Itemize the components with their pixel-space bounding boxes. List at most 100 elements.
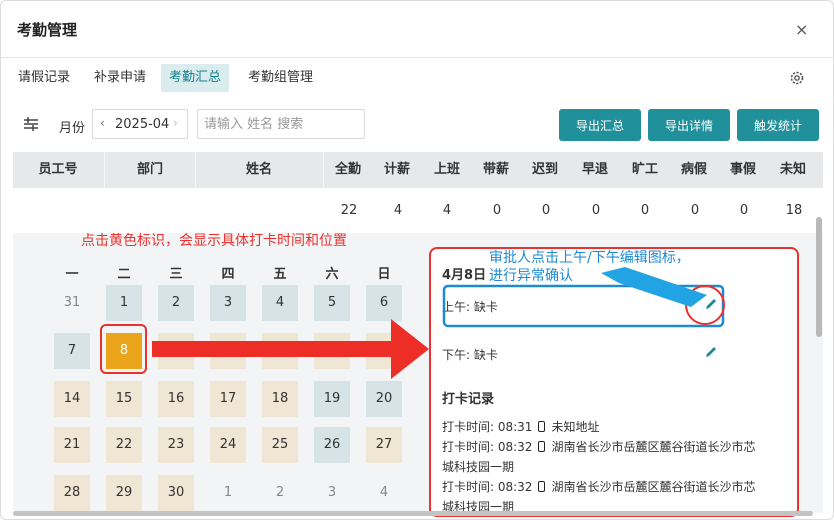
calendar-day[interactable]: 24 [210,427,246,463]
calendar-day[interactable]: 4 [366,475,402,511]
calendar-day[interactable]: 10 [210,333,246,369]
export-summary-button[interactable]: 导出汇总 [559,109,641,141]
col-early-leave[interactable]: 早退 [571,152,619,188]
calendar-day[interactable]: 16 [158,381,194,417]
tab-leave-records[interactable]: 请假记录 [10,64,78,92]
calendar-day[interactable]: 27 [366,427,402,463]
table-row[interactable]: 22 4 4 0 0 0 0 0 0 18 [13,189,823,233]
cell-unknown: 18 [785,203,803,218]
col-sick-leave[interactable]: 病假 [670,152,718,188]
col-paid-days[interactable]: 计薪 [373,152,421,188]
month-value[interactable]: 2025-04 [115,117,169,132]
calendar-day[interactable]: 1 [210,475,246,511]
calendar-day[interactable]: 30 [158,475,194,511]
blue-note-line: 审批人点击上午/下午编辑图标， [489,250,690,266]
dialog-header: 考勤管理 × [1,1,833,57]
toolbar: 月份 ‹ 2025-04 › 导出汇总 导出详情 触发统计 [1,107,833,143]
col-department[interactable]: 部门 [105,152,195,188]
calendar-day[interactable]: 21 [54,427,90,463]
tab-attendance-summary[interactable]: 考勤汇总 [161,64,230,92]
dialog-title: 考勤管理 [17,21,78,39]
calendar-day[interactable]: 18 [262,381,298,417]
calendar-day[interactable]: 3 [314,475,350,511]
calendar-day[interactable]: 19 [314,381,350,417]
phone-icon [538,421,546,432]
calendar-day[interactable]: 5 [314,285,350,321]
calendar-day[interactable]: 4 [262,285,298,321]
punch-record: 打卡时间: 08:32 湖南省长沙市岳麓区麓谷街道长沙市芯 [442,478,755,495]
tab-supplement-requests[interactable]: 补录申请 [86,64,154,92]
calendar-day[interactable]: 25 [262,427,298,463]
col-absent[interactable]: 旷工 [621,152,669,188]
cell-early-leave: 0 [591,203,601,218]
calendar-day[interactable]: 20 [366,381,402,417]
calendar-day[interactable]: 13 [366,333,402,369]
calendar-day[interactable]: 12 [314,333,350,369]
weekday-mon: 一 [65,267,79,282]
calendar-day[interactable]: 28 [54,475,90,511]
punch-place-cont: 城科技园一期 [442,460,515,474]
calendar-day-selected[interactable]: 8 [106,333,142,369]
horizontal-scrollbar[interactable] [13,511,813,516]
calendar-day[interactable]: 11 [262,333,298,369]
col-personal-leave[interactable]: 事假 [719,152,767,188]
calendar-day[interactable]: 14 [54,381,90,417]
afternoon-status: 下午: 缺卡 [442,348,498,362]
cell-full-attendance: 22 [340,203,358,218]
attendance-dialog: 考勤管理 × 请假记录 补录申请 考勤汇总 考勤组管理 月份 ‹ 2025-04… [0,0,834,520]
chevron-right-icon[interactable]: › [173,116,178,130]
settings-gear-icon[interactable] [788,69,806,87]
calendar-day[interactable]: 17 [210,381,246,417]
col-paid-leave[interactable]: 带薪 [472,152,520,188]
filter-sliders-icon[interactable] [23,117,39,131]
vertical-scrollbar[interactable] [816,217,822,337]
punch-place: 湖南省长沙市岳麓区麓谷街道长沙市芯 [551,440,756,454]
calendar-day[interactable]: 6 [366,285,402,321]
edit-morning-pencil-icon[interactable] [704,297,718,311]
tab-bar: 请假记录 补录申请 考勤汇总 考勤组管理 [1,64,833,92]
punch-time: 打卡时间: 08:31 [442,420,533,434]
calendar-day[interactable]: 7 [54,333,90,369]
col-full-attendance[interactable]: 全勤 [324,152,372,188]
calendar-day[interactable]: 22 [106,427,142,463]
weekday-fri: 五 [273,267,287,282]
day-detail-panel [429,247,799,517]
col-name[interactable]: 姓名 [196,152,322,188]
punch-record: 打卡时间: 08:32 湖南省长沙市岳麓区麓谷街道长沙市芯 [442,438,755,455]
weekday-tue: 二 [117,267,131,282]
col-unknown[interactable]: 未知 [769,152,817,188]
phone-icon [538,441,546,452]
blue-annotation-note: 审批人点击上午/下午编辑图标， 进行异常确认 [489,249,690,285]
calendar-day[interactable]: 29 [106,475,142,511]
punch-records-title: 打卡记录 [442,392,495,407]
punch-place: 未知地址 [551,420,600,434]
close-icon[interactable]: × [795,20,808,39]
export-details-button[interactable]: 导出详情 [648,109,730,141]
punch-time: 打卡时间: 08:32 [442,440,533,454]
tab-attendance-groups[interactable]: 考勤组管理 [240,64,321,92]
calendar-day[interactable]: 9 [158,333,194,369]
col-employee-id[interactable]: 员工号 [13,152,103,188]
calendar-day[interactable]: 26 [314,427,350,463]
calendar-day[interactable]: 2 [262,475,298,511]
col-late[interactable]: 迟到 [521,152,569,188]
calendar-day[interactable]: 23 [158,427,194,463]
calendar-day[interactable]: 3 [210,285,246,321]
calendar-day[interactable]: 31 [54,285,90,321]
col-work-days[interactable]: 上班 [423,152,471,188]
month-picker[interactable]: ‹ 2025-04 › [92,109,188,139]
edit-afternoon-pencil-icon[interactable] [704,345,718,359]
morning-status: 上午: 缺卡 [442,300,498,314]
trigger-statistics-button[interactable]: 触发统计 [737,109,819,141]
calendar-day[interactable]: 1 [106,285,142,321]
punch-time: 打卡时间: 08:32 [442,480,533,494]
cell-paid-leave: 0 [492,203,502,218]
table-header: 员工号 部门 姓名 全勤 计薪 上班 带薪 迟到 早退 旷工 病假 事假 未知 [13,152,823,188]
cell-personal-leave: 0 [739,203,749,218]
calendar-day[interactable]: 15 [106,381,142,417]
cell-absent: 0 [640,203,650,218]
cell-work-days: 4 [442,203,452,218]
calendar-day[interactable]: 2 [158,285,194,321]
name-search-input[interactable] [197,109,365,139]
chevron-left-icon[interactable]: ‹ [100,116,105,130]
